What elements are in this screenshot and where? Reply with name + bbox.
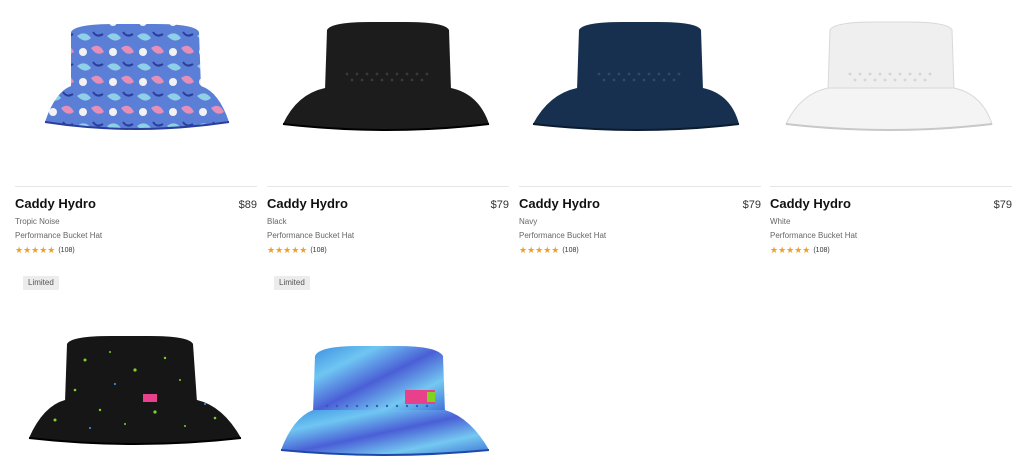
divider bbox=[770, 186, 1012, 187]
product-price: $79 bbox=[490, 199, 509, 211]
product-type: Performance Bucket Hat bbox=[519, 231, 607, 240]
product-type: Performance Bucket Hat bbox=[770, 231, 858, 240]
review-count: (108) bbox=[310, 247, 327, 254]
product-type: Performance Bucket Hat bbox=[267, 231, 355, 240]
divider bbox=[519, 186, 761, 187]
limited-badge: Limited bbox=[23, 276, 59, 290]
product-image-white[interactable] bbox=[770, 0, 1012, 160]
star-rating-icon: ★★★★★ bbox=[15, 245, 56, 255]
product-name[interactable]: Caddy Hydro bbox=[267, 196, 348, 211]
star-rating-icon: ★★★★★ bbox=[267, 245, 308, 255]
product-price: $79 bbox=[993, 199, 1012, 211]
review-count: (108) bbox=[58, 247, 75, 254]
divider bbox=[15, 186, 257, 187]
product-image-tie-dye[interactable] bbox=[267, 300, 509, 471]
review-count: (108) bbox=[562, 247, 579, 254]
product-image-black-splatter[interactable] bbox=[15, 300, 257, 471]
product-rating[interactable]: ★★★★★ (108) bbox=[519, 246, 761, 255]
star-rating-icon: ★★★★★ bbox=[519, 245, 560, 255]
product-color: White bbox=[770, 217, 791, 226]
product-color: Black bbox=[267, 217, 287, 226]
product-card[interactable] bbox=[15, 300, 257, 471]
product-type: Performance Bucket Hat bbox=[15, 231, 103, 240]
product-rating[interactable]: ★★★★★ (108) bbox=[770, 246, 1012, 255]
product-color: Tropic Noise bbox=[15, 217, 60, 226]
star-rating-icon: ★★★★★ bbox=[770, 245, 811, 255]
product-image-black[interactable] bbox=[267, 0, 509, 160]
product-color: Navy bbox=[519, 217, 538, 226]
brand-logo-icon bbox=[143, 394, 157, 402]
product-image-tropic-noise[interactable] bbox=[15, 0, 257, 160]
product-price: $79 bbox=[742, 199, 761, 211]
product-rating[interactable]: ★★★★★ (108) bbox=[15, 246, 257, 255]
review-count: (108) bbox=[813, 247, 830, 254]
divider bbox=[267, 186, 509, 187]
product-name[interactable]: Caddy Hydro bbox=[15, 196, 96, 211]
product-name[interactable]: Caddy Hydro bbox=[770, 196, 851, 211]
product-image-navy[interactable] bbox=[519, 0, 761, 160]
limited-badge: Limited bbox=[274, 276, 310, 290]
product-name[interactable]: Caddy Hydro bbox=[519, 196, 600, 211]
product-rating[interactable]: ★★★★★ (108) bbox=[267, 246, 509, 255]
product-price: $89 bbox=[238, 199, 257, 211]
product-card[interactable] bbox=[267, 300, 509, 471]
